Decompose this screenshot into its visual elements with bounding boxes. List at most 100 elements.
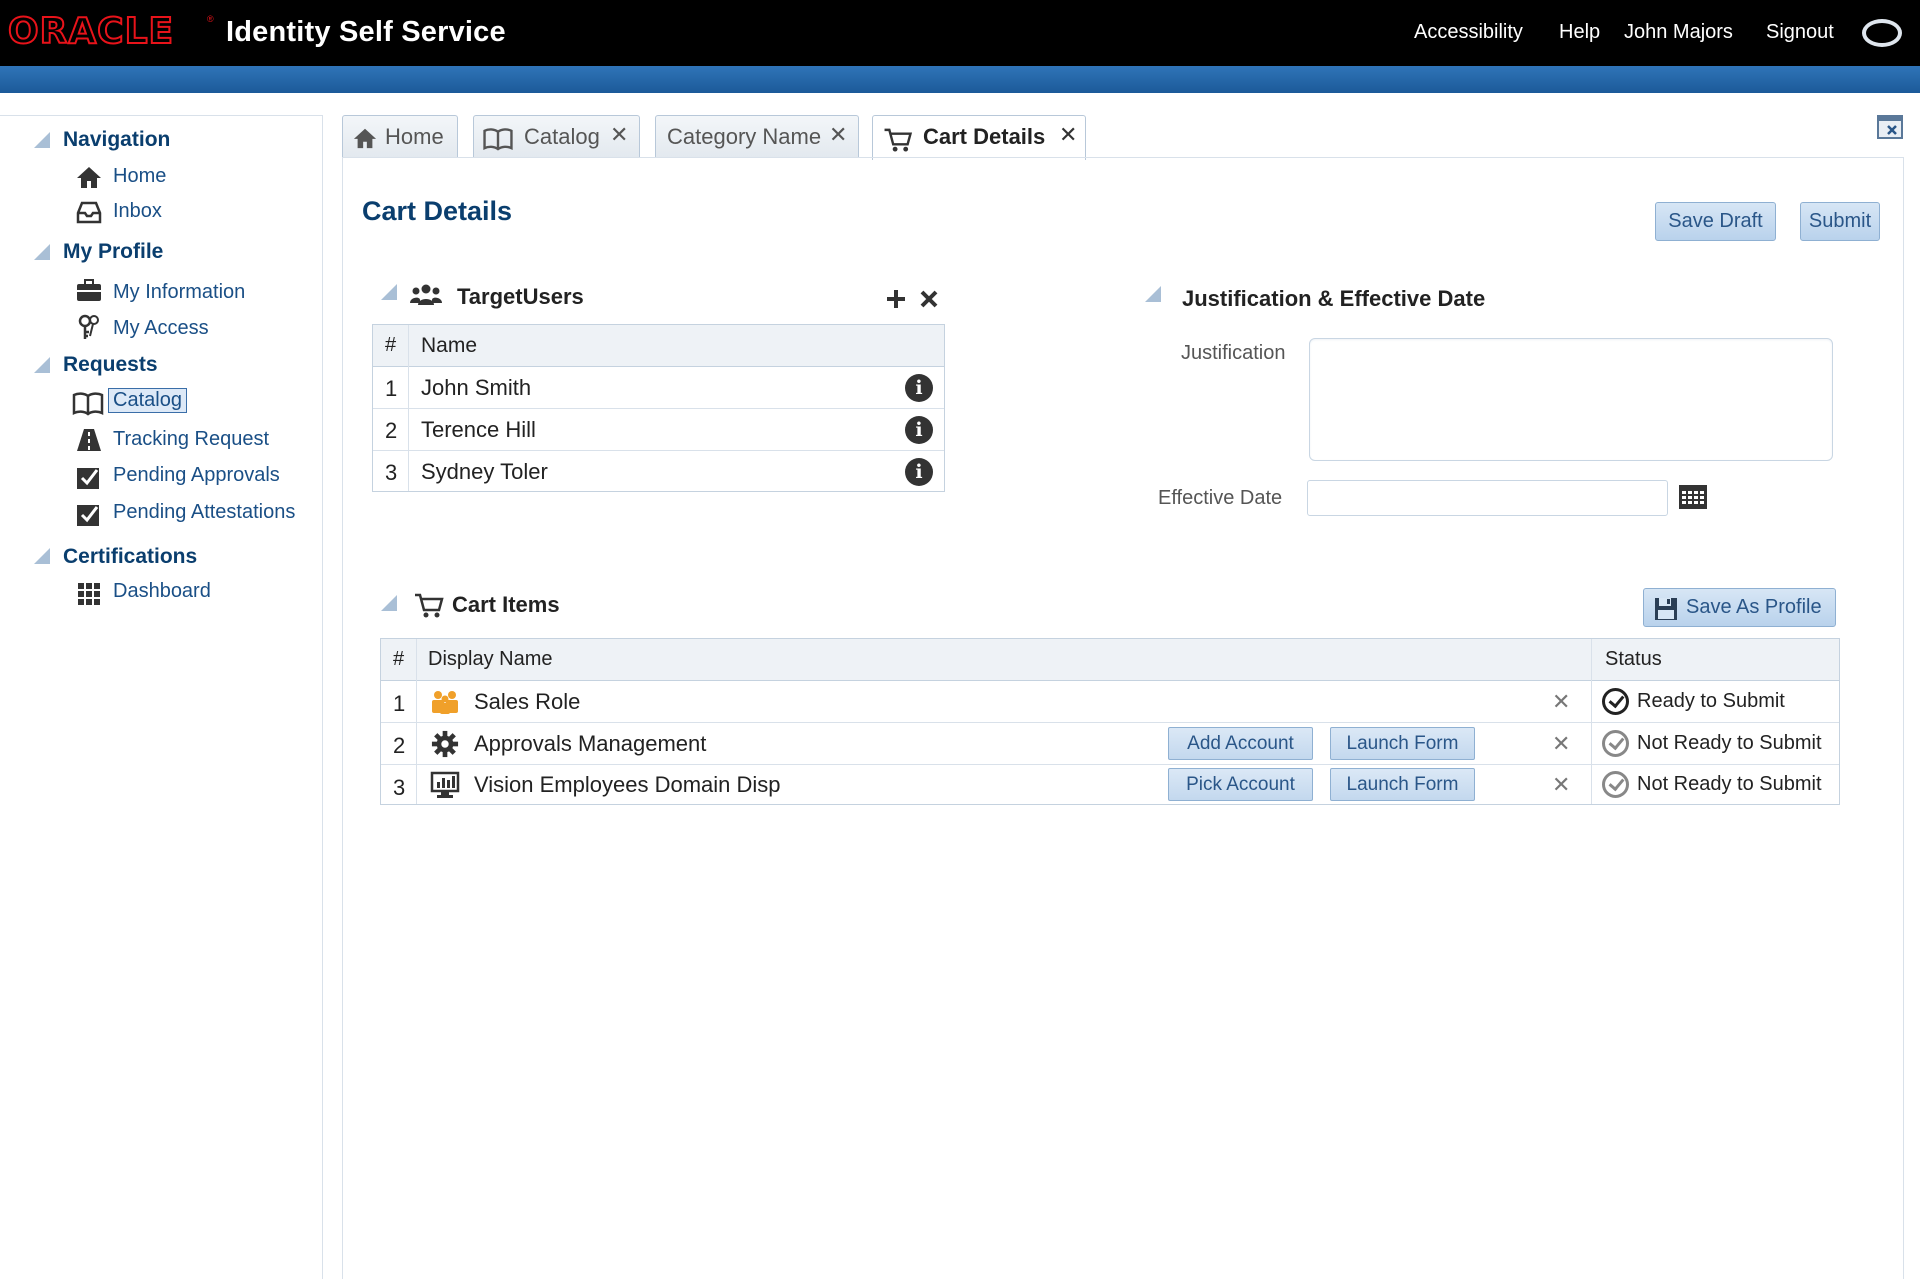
effective-date-input[interactable] — [1307, 480, 1668, 516]
add-icon[interactable] — [885, 288, 907, 310]
collapse-triangle-icon[interactable] — [33, 243, 51, 261]
keys-icon — [78, 314, 99, 339]
tab-label: Cart Details — [923, 124, 1046, 149]
close-icon[interactable]: ✕ — [610, 122, 628, 148]
table-row[interactable]: 1 Sales Role ✕ Ready to Submit — [381, 681, 1839, 723]
sidebar-item-inbox[interactable]: Inbox — [113, 200, 162, 223]
sidebar-section-requests[interactable]: Requests — [63, 353, 158, 377]
accessibility-link[interactable]: Accessibility — [1414, 21, 1523, 44]
item-status: Not Ready to Submit — [1637, 732, 1822, 754]
sidebar-item-catalog[interactable]: Catalog — [108, 388, 187, 413]
item-status: Ready to Submit — [1637, 690, 1785, 712]
calendar-icon[interactable] — [1678, 482, 1708, 510]
pick-account-button[interactable]: Pick Account — [1168, 768, 1313, 801]
signout-link[interactable]: Signout — [1766, 21, 1834, 44]
sidebar-section-navigation[interactable]: Navigation — [63, 128, 170, 152]
close-icon[interactable]: ✕ — [1059, 122, 1077, 148]
add-account-button[interactable]: Add Account — [1168, 727, 1313, 760]
app-title: Identity Self Service — [226, 16, 506, 48]
sidebar-section-certifications[interactable]: Certifications — [63, 545, 197, 569]
checkbox-checked-icon — [77, 468, 99, 489]
column-header-display-name: Display Name — [428, 648, 553, 670]
table-header: # Display Name Status — [381, 639, 1839, 681]
home-icon — [353, 128, 377, 149]
sidebar-item-tracking-request[interactable]: Tracking Request — [113, 428, 269, 451]
table-row[interactable]: 3 Sydney Toler i — [373, 451, 944, 492]
tab-catalog[interactable]: Catalog ✕ — [473, 115, 640, 157]
sidebar-item-pending-approvals[interactable]: Pending Approvals — [113, 464, 280, 487]
gear-icon — [431, 730, 459, 758]
collapse-triangle-icon[interactable] — [33, 356, 51, 374]
info-icon[interactable]: i — [905, 416, 933, 444]
target-users-title: TargetUsers — [457, 284, 584, 309]
collapse-triangle-icon[interactable] — [380, 594, 398, 612]
tab-home[interactable]: Home — [342, 115, 458, 157]
sidebar-item-home[interactable]: Home — [113, 165, 166, 188]
remove-icon[interactable] — [920, 290, 938, 308]
justification-label: Justification — [1181, 342, 1286, 364]
remove-item-icon[interactable]: ✕ — [1552, 731, 1570, 757]
column-header-name: Name — [421, 334, 478, 357]
users-group-icon — [410, 284, 442, 305]
row-number: 1 — [385, 376, 398, 401]
item-display-name: Sales Role — [474, 689, 581, 714]
collapse-triangle-icon[interactable] — [33, 131, 51, 149]
row-number: 1 — [393, 691, 406, 716]
target-users-table: # Name 1 John Smith i 2 Terence Hill i 3… — [372, 324, 945, 492]
tab-category-name[interactable]: Category Name ✕ — [655, 115, 859, 157]
collapse-triangle-icon[interactable] — [33, 547, 51, 565]
checkbox-checked-icon — [77, 505, 99, 526]
cart-items-title: Cart Items — [452, 592, 560, 617]
save-as-profile-button[interactable]: Save As Profile — [1643, 588, 1836, 627]
remove-item-icon[interactable]: ✕ — [1552, 772, 1570, 798]
info-icon[interactable]: i — [905, 458, 933, 486]
row-number: 2 — [385, 418, 398, 443]
column-header-status: Status — [1605, 648, 1662, 670]
launch-form-button[interactable]: Launch Form — [1330, 727, 1475, 760]
user-name: John Smith — [421, 375, 532, 400]
remove-item-icon[interactable]: ✕ — [1552, 689, 1570, 715]
user-name-link[interactable]: John Majors — [1624, 21, 1733, 44]
submit-button[interactable]: Submit — [1800, 202, 1880, 241]
open-book-icon — [483, 128, 513, 151]
user-name: Terence Hill — [421, 417, 536, 442]
item-display-name: Vision Employees Domain Disp — [474, 772, 781, 797]
table-row[interactable]: 2 Terence Hill i — [373, 409, 944, 451]
save-draft-button[interactable]: Save Draft — [1655, 202, 1776, 241]
user-name: Sydney Toler — [421, 459, 548, 484]
item-status: Not Ready to Submit — [1637, 773, 1822, 795]
oracle-logo: ORACLE — [7, 11, 175, 52]
sidebar-item-my-information[interactable]: My Information — [113, 281, 245, 304]
status-check-icon — [1602, 688, 1629, 715]
justification-title: Justification & Effective Date — [1182, 286, 1486, 311]
sidebar-item-pending-attestations[interactable]: Pending Attestations — [113, 501, 295, 524]
cart-icon — [415, 593, 444, 618]
status-check-icon — [1602, 730, 1629, 757]
sidebar-item-dashboard[interactable]: Dashboard — [113, 580, 211, 603]
sidebar-item-my-access[interactable]: My Access — [113, 317, 209, 340]
column-header-number: # — [385, 334, 397, 356]
justification-textarea[interactable] — [1309, 338, 1833, 461]
collapse-triangle-icon[interactable] — [1144, 285, 1162, 303]
collapse-triangle-icon[interactable] — [380, 283, 398, 301]
table-row[interactable]: 2 Approvals Management Add Account Launc… — [381, 723, 1839, 765]
tab-label: Catalog — [524, 124, 600, 149]
tab-label: Home — [385, 124, 444, 149]
sidebar-section-my-profile[interactable]: My Profile — [63, 240, 163, 264]
help-link[interactable]: Help — [1559, 21, 1600, 44]
open-book-icon — [72, 392, 104, 416]
launch-form-button[interactable]: Launch Form — [1330, 768, 1475, 801]
tab-cart-details[interactable]: Cart Details ✕ — [872, 115, 1086, 160]
tab-label: Category Name — [667, 124, 822, 149]
info-icon[interactable]: i — [905, 374, 933, 402]
trademark-mark: ® — [207, 14, 214, 24]
floppy-disk-icon — [1655, 598, 1677, 620]
table-row[interactable]: 1 John Smith i — [373, 367, 944, 409]
cart-items-table: # Display Name Status 1 Sales Role ✕ Rea… — [380, 638, 1840, 805]
maximize-panel-icon[interactable] — [1876, 112, 1906, 142]
close-icon[interactable]: ✕ — [829, 122, 847, 148]
row-number: 2 — [393, 733, 406, 758]
item-display-name: Approvals Management — [474, 731, 707, 756]
table-row[interactable]: 3 Vision Employees Domain Disp Pick Acco… — [381, 765, 1839, 805]
page-title: Cart Details — [362, 196, 513, 226]
